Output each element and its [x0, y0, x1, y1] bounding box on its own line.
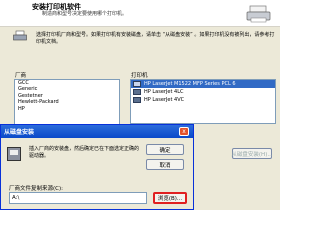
printer-wizard-icon	[246, 5, 271, 23]
floppy-disk-icon	[7, 147, 21, 161]
install-from-disk-dialog: 从磁盘安装 x 插入厂商的安装盘，然后确定已在下面选定正确的驱动器。 确定 取消…	[0, 124, 194, 210]
dialog-message: 插入厂商的安装盘，然后确定已在下面选定正确的驱动器。	[29, 146, 140, 159]
printer-item-label: HP LaserJet 4LC	[144, 89, 184, 95]
printer-list[interactable]: HP LaserJet M1522 MFP Series PCL 6 HP La…	[130, 79, 276, 124]
dialog-titlebar[interactable]: 从磁盘安装	[1, 125, 193, 138]
printer-small-icon	[133, 89, 141, 95]
ok-button[interactable]: 确定	[146, 144, 184, 155]
printer-small-icon	[133, 97, 141, 103]
wizard-description: 制造商和型号决定要使用哪个打印机。	[42, 11, 128, 17]
printer-item[interactable]: HP LaserJet 4LC	[131, 88, 275, 96]
printer-item-selected[interactable]: HP LaserJet M1522 MFP Series PCL 6	[131, 80, 275, 88]
printer-item[interactable]: HP LaserJet 4VC	[131, 96, 275, 104]
printer-small-icon	[133, 81, 141, 87]
instruction-text: 选择打印机厂商和型号。如果打印机有安装磁盘，请单击 “从磁盘安装” 。如果打印机…	[36, 32, 275, 45]
copy-from-label: 厂商文件复制来源(C):	[9, 186, 63, 192]
floppy-label	[10, 150, 18, 155]
list-item[interactable]: HP	[15, 106, 119, 112]
printer-item-label: HP LaserJet 4VC	[144, 97, 185, 103]
dialog-title: 从磁盘安装	[4, 129, 35, 136]
printer-icon	[13, 30, 27, 41]
printer-item-label: HP LaserJet M1522 MFP Series PCL 6	[144, 81, 236, 87]
close-icon[interactable]: x	[179, 127, 189, 136]
wizard-header: 安装打印机软件 制造商和型号决定要使用哪个打印机。	[0, 0, 280, 27]
printer-label: 打印机	[131, 73, 148, 79]
browse-button[interactable]: 浏览(B)...	[153, 192, 187, 204]
manufacturer-label: 厂商	[15, 73, 27, 79]
have-disk-button[interactable]: 从磁盘安装(H)...	[231, 148, 273, 159]
copy-from-input[interactable]: A:\	[9, 192, 147, 204]
cancel-button[interactable]: 取消	[146, 159, 184, 170]
